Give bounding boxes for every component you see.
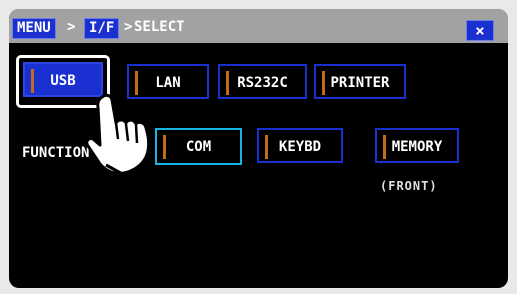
keybd-label: KEYBD <box>278 139 322 155</box>
device-screen: MENU > I/F > SELECT × USB LAN RS232C PRI… <box>9 9 508 288</box>
usb-label: USB <box>50 73 76 89</box>
selection-bar <box>265 135 268 159</box>
lan-label: LAN <box>155 75 181 91</box>
selection-bar <box>163 135 166 159</box>
selection-bar <box>383 135 386 159</box>
breadcrumb-menu[interactable]: MENU <box>12 18 56 39</box>
top-bar: MENU > I/F > SELECT × <box>9 9 508 43</box>
selection-bar <box>31 69 34 93</box>
memory-label: MEMORY <box>391 139 443 155</box>
com-label: COM <box>185 139 212 155</box>
selection-bar <box>226 71 229 95</box>
pointing-hand-icon <box>85 93 151 179</box>
keybd-button[interactable]: KEYBD <box>257 128 343 163</box>
function-label: FUNCTION <box>22 145 90 161</box>
close-icon: × <box>475 21 485 40</box>
selection-bar <box>135 71 138 95</box>
printer-label: PRINTER <box>330 75 390 91</box>
memory-button[interactable]: MEMORY <box>375 128 459 163</box>
selection-bar <box>322 71 325 95</box>
breadcrumb-separator: > <box>124 19 133 35</box>
close-button[interactable]: × <box>466 20 494 41</box>
breadcrumb-interface[interactable]: I/F <box>84 18 120 39</box>
memory-sublabel: (FRONT) <box>380 179 438 193</box>
usb-button[interactable]: USB <box>23 62 103 97</box>
breadcrumb-separator: > <box>67 19 76 35</box>
rs232c-button[interactable]: RS232C <box>218 64 307 99</box>
breadcrumb-current: SELECT <box>134 19 185 35</box>
rs232c-label: RS232C <box>237 75 288 91</box>
com-button[interactable]: COM <box>155 128 242 165</box>
printer-button[interactable]: PRINTER <box>314 64 406 99</box>
